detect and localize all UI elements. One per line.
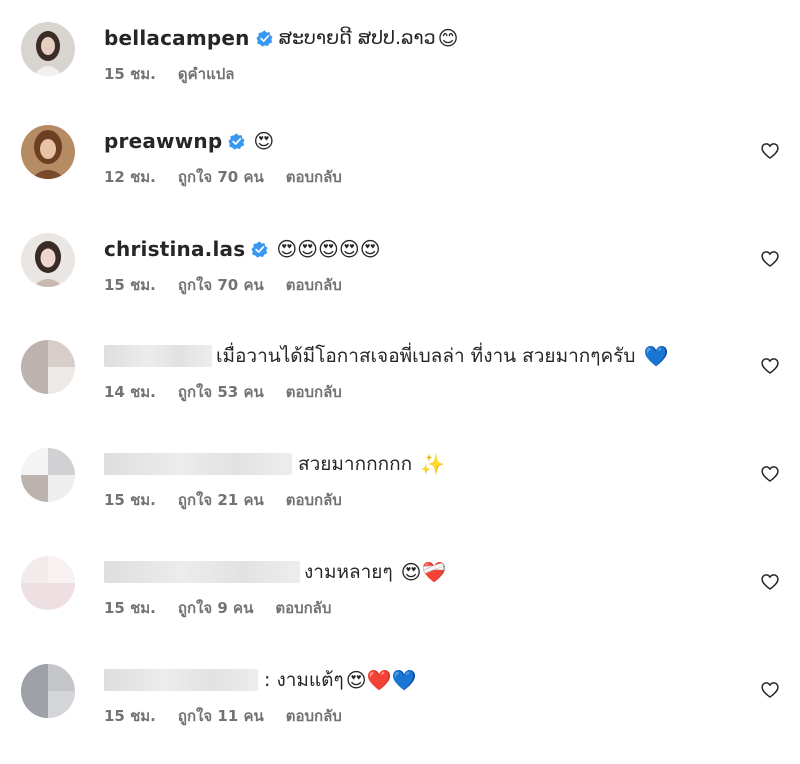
comment-emoji: 😍😍😍😍😍 xyxy=(276,237,381,261)
reply-button[interactable]: ตอบกลับ xyxy=(286,273,342,297)
comment-item: เมื่อวานได้มีโอกาสเจอพี่เบลล่า ที่งาน สว… xyxy=(0,340,800,440)
comment-emoji: 💙 xyxy=(643,344,669,368)
avatar[interactable] xyxy=(21,448,75,502)
comment-time[interactable]: 15 ชม. xyxy=(104,488,156,512)
like-heart-icon[interactable] xyxy=(760,249,780,269)
comment-emoji: 😊 xyxy=(437,26,459,50)
comment-emoji: 😍 xyxy=(253,129,275,153)
avatar[interactable] xyxy=(21,22,75,76)
comment-text: สวยมากกกกก xyxy=(298,453,413,475)
comment-item: งามหลายๆ 😍❤️‍🩹 15 ชม. ถูกใจ 9 คน ตอบกลับ xyxy=(0,556,800,656)
reply-button[interactable]: ตอบกลับ xyxy=(286,488,342,512)
like-heart-icon[interactable] xyxy=(760,356,780,376)
like-count[interactable]: ถูกใจ 9 คน xyxy=(178,596,253,620)
like-heart-icon[interactable] xyxy=(760,141,780,161)
avatar[interactable] xyxy=(21,664,75,718)
reply-button[interactable]: ตอบกลับ xyxy=(286,165,342,189)
comment-time[interactable]: 15 ชม. xyxy=(104,596,156,620)
username-redacted[interactable] xyxy=(104,345,212,367)
avatar[interactable] xyxy=(21,340,75,394)
username[interactable]: bellacampen xyxy=(104,26,250,50)
verified-badge-icon xyxy=(251,240,268,258)
comment-item: : งามแต้ๆ 😍❤️💙 15 ชม. ถูกใจ 11 คน ตอบกลั… xyxy=(0,664,800,764)
like-count[interactable]: ถูกใจ 53 คน xyxy=(178,380,264,404)
comment-text: ສະບາຍດີ ສປປ.ລາວ xyxy=(278,27,436,49)
avatar[interactable] xyxy=(21,556,75,610)
comment-item: christina.las 😍😍😍😍😍 15 ชม. ถูกใจ 70 คน ต… xyxy=(0,233,800,333)
username-redacted[interactable] xyxy=(104,561,300,583)
comment-emoji: 😍❤️‍🩹 xyxy=(400,560,447,584)
like-count[interactable]: ถูกใจ 70 คน xyxy=(178,165,264,189)
username-redacted[interactable] xyxy=(104,669,258,691)
comment-text: งามหลายๆ xyxy=(304,561,393,583)
comment-time[interactable]: 15 ชม. xyxy=(104,273,156,297)
comment-time[interactable]: 12 ชม. xyxy=(104,165,156,189)
reply-button[interactable]: ตอบกลับ xyxy=(286,704,342,728)
comment-emoji: ✨ xyxy=(420,452,446,476)
comment-item: preawwnp 😍 12 ชม. ถูกใจ 70 คน ตอบกลับ xyxy=(0,125,800,225)
username-redacted[interactable] xyxy=(104,453,292,475)
reply-button[interactable]: ตอบกลับ xyxy=(286,380,342,404)
like-count[interactable]: ถูกใจ 70 คน xyxy=(178,273,264,297)
comment-item: bellacampen ສະບາຍດີ ສປປ.ລາວ 😊 15 ชม. ดูค… xyxy=(0,22,800,122)
like-heart-icon[interactable] xyxy=(760,572,780,592)
comment-text: เมื่อวานได้มีโอกาสเจอพี่เบลล่า ที่งาน สว… xyxy=(216,345,636,367)
comment-time[interactable]: 15 ชม. xyxy=(104,704,156,728)
avatar[interactable] xyxy=(21,125,75,179)
comment-emoji: 😍❤️💙 xyxy=(345,668,417,692)
like-heart-icon[interactable] xyxy=(760,464,780,484)
comment-time[interactable]: 15 ชม. xyxy=(104,62,156,86)
username[interactable]: preawwnp xyxy=(104,129,222,153)
reply-button[interactable]: ตอบกลับ xyxy=(275,596,331,620)
comment-text: : งามแต้ๆ xyxy=(264,669,344,691)
comment-list: bellacampen ສະບາຍດີ ສປປ.ລາວ 😊 15 ชม. ดูค… xyxy=(0,0,800,744)
comment-time[interactable]: 14 ชม. xyxy=(104,380,156,404)
avatar[interactable] xyxy=(21,233,75,287)
verified-badge-icon xyxy=(256,29,273,47)
see-translation-button[interactable]: ดูคำแปล xyxy=(178,62,235,86)
like-heart-icon[interactable] xyxy=(760,680,780,700)
like-count[interactable]: ถูกใจ 11 คน xyxy=(178,704,264,728)
like-count[interactable]: ถูกใจ 21 คน xyxy=(178,488,264,512)
username[interactable]: christina.las xyxy=(104,237,245,261)
comment-item: สวยมากกกกก ✨ 15 ชม. ถูกใจ 21 คน ตอบกลับ xyxy=(0,448,800,548)
verified-badge-icon xyxy=(228,132,245,150)
